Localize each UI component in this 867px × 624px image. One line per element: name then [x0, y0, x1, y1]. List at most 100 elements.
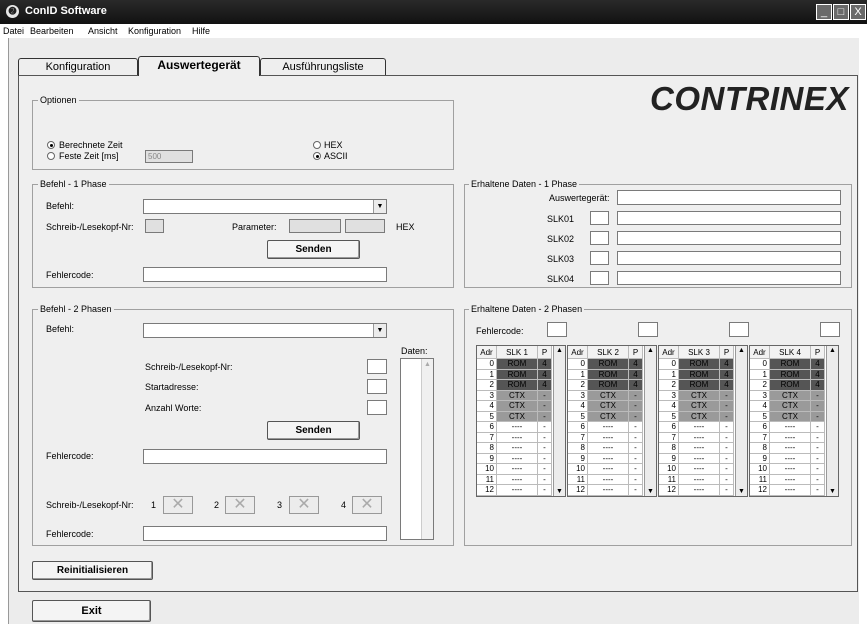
senden-1-button[interactable]: Senden	[267, 240, 360, 259]
chevron-down-icon[interactable]: ▼	[373, 200, 386, 213]
berechnete-zeit-label: Berechnete Zeit	[59, 140, 123, 150]
menu-ansicht[interactable]: Ansicht	[88, 26, 118, 36]
table-cell: 0	[659, 359, 679, 370]
table-cell: 7	[750, 432, 770, 443]
befehl-2-dropdown[interactable]: ▼	[143, 323, 387, 338]
slk01-label: SLK01	[547, 214, 575, 224]
tab-ausfuehrungsliste[interactable]: Ausführungsliste	[260, 58, 386, 75]
table-cell: 4	[538, 380, 552, 391]
parameter-input-1[interactable]	[289, 219, 341, 233]
tab-auswertegeraet[interactable]: Auswertegerät	[138, 56, 260, 76]
parameter-input-2[interactable]	[345, 219, 385, 233]
slk-table-4[interactable]: Adr SLK 4 P 0 ROM 4 1 ROM 4 2 ROM 4 3 CTX -4 CTX -5 CTX -6…	[749, 345, 839, 497]
table-cell: 3	[568, 390, 588, 401]
daten-scrollbar[interactable]: ▲	[421, 359, 433, 539]
berechnete-zeit-radio[interactable]	[47, 141, 55, 149]
fehlercode-3-field	[143, 526, 387, 541]
feste-zeit-radio[interactable]	[47, 152, 55, 160]
menu-konfiguration[interactable]: Konfiguration	[128, 26, 181, 36]
table-cell: -	[629, 422, 643, 433]
table-cell: ----	[588, 453, 629, 464]
maximize-button[interactable]: □	[833, 4, 849, 20]
table-cell: ----	[770, 453, 811, 464]
kopf-2-close-icon[interactable]: ✕	[225, 496, 255, 514]
table-cell: ----	[588, 422, 629, 433]
table-scrollbar[interactable]: ▲ ▼	[735, 346, 747, 496]
table-cell: -	[720, 443, 734, 454]
close-button[interactable]: X	[850, 4, 866, 20]
table-cell: 11	[477, 474, 497, 485]
table-cell: 10	[477, 464, 497, 475]
kopf-4-close-icon[interactable]: ✕	[352, 496, 382, 514]
scroll-up-icon[interactable]: ▲	[554, 347, 565, 354]
table-scrollbar[interactable]: ▲ ▼	[553, 346, 565, 496]
table-cell: -	[720, 453, 734, 464]
fehlercode-2-field	[143, 449, 387, 464]
table-cell: ROM	[679, 359, 720, 370]
slk-table-2[interactable]: Adr SLK 2 P 0 ROM 4 1 ROM 4 2 ROM 4 3 CTX -4 CTX -5 CTX -6…	[567, 345, 657, 497]
table-cell: -	[811, 422, 825, 433]
table-cell: CTX	[679, 390, 720, 401]
slk-table-1[interactable]: Adr SLK 1 P 0 ROM 4 1 ROM 4 2 ROM 4 3 CTX -4 CTX -5 CTX -6…	[476, 345, 566, 497]
slk-table-3[interactable]: Adr SLK 3 P 0 ROM 4 1 ROM 4 2 ROM 4 3 CTX -4 CTX -5 CTX -6…	[658, 345, 748, 497]
table-cell: -	[538, 390, 552, 401]
kopf-1-close-icon[interactable]: ✕	[163, 496, 193, 514]
scroll-down-icon[interactable]: ▼	[554, 488, 565, 495]
kopf-3-close-icon[interactable]: ✕	[289, 496, 319, 514]
table-cell: ROM	[588, 380, 629, 391]
contrinex-logo: CONTRINEX	[650, 80, 849, 117]
table-cell: -	[538, 432, 552, 443]
table-cell: 12	[568, 485, 588, 496]
exit-button[interactable]: Exit	[32, 600, 151, 622]
slk03-small-field	[590, 251, 609, 265]
scroll-up-icon[interactable]: ▲	[827, 347, 838, 354]
table-cell: ----	[497, 422, 538, 433]
scroll-up-icon[interactable]: ▲	[736, 347, 747, 354]
scroll-up-icon[interactable]: ▲	[645, 347, 656, 354]
table-cell: -	[720, 390, 734, 401]
ascii-radio[interactable]	[313, 152, 321, 160]
kopf-nr-1-label: Schreib-/Lesekopf-Nr:	[46, 222, 134, 232]
fehlercode-slk2-field	[638, 322, 658, 337]
kopf-nr-1-input[interactable]	[145, 219, 164, 233]
table-cell: 3	[750, 390, 770, 401]
table-cell: -	[811, 464, 825, 475]
hex-radio[interactable]	[313, 141, 321, 149]
table-cell: 3	[477, 390, 497, 401]
parameter-hex-label: HEX	[396, 222, 415, 232]
daten-textarea[interactable]: ▲	[400, 358, 434, 540]
table-cell: 7	[568, 432, 588, 443]
kopf-nr-2-input[interactable]	[367, 359, 387, 374]
reinitialisieren-button[interactable]: Reinitialisieren	[32, 561, 153, 580]
startadresse-input[interactable]	[367, 379, 387, 394]
table-cell: ROM	[679, 369, 720, 380]
table-cell: -	[629, 453, 643, 464]
scroll-down-icon[interactable]: ▼	[827, 488, 838, 495]
befehl-2-legend: Befehl - 2 Phasen	[38, 304, 114, 314]
feste-zeit-input[interactable]: 500	[145, 150, 193, 163]
table-cell: -	[538, 485, 552, 496]
menu-datei[interactable]: Datei	[3, 26, 24, 36]
table-cell: ----	[588, 485, 629, 496]
table-header-cell: Adr	[750, 346, 770, 359]
befehl-1-dropdown[interactable]: ▼	[143, 199, 387, 214]
chevron-down-icon[interactable]: ▼	[373, 324, 386, 337]
minimize-button[interactable]: _	[816, 4, 832, 20]
table-cell: 2	[659, 380, 679, 391]
menu-hilfe[interactable]: Hilfe	[192, 26, 210, 36]
tab-konfiguration[interactable]: Konfiguration	[18, 58, 138, 75]
table-cell: CTX	[497, 411, 538, 422]
menu-bearbeiten[interactable]: Bearbeiten	[30, 26, 74, 36]
senden-2-button[interactable]: Senden	[267, 421, 360, 440]
table-cell: 1	[659, 369, 679, 380]
scroll-up-icon[interactable]: ▲	[422, 359, 433, 371]
table-cell: ROM	[497, 359, 538, 370]
scroll-down-icon[interactable]: ▼	[645, 488, 656, 495]
anzahl-worte-input[interactable]	[367, 400, 387, 415]
auswertegeraet-label: Auswertegerät:	[549, 193, 610, 203]
table-scrollbar[interactable]: ▲ ▼	[644, 346, 656, 496]
scroll-down-icon[interactable]: ▼	[736, 488, 747, 495]
table-cell: -	[629, 411, 643, 422]
table-cell: ROM	[679, 380, 720, 391]
table-scrollbar[interactable]: ▲ ▼	[826, 346, 838, 496]
